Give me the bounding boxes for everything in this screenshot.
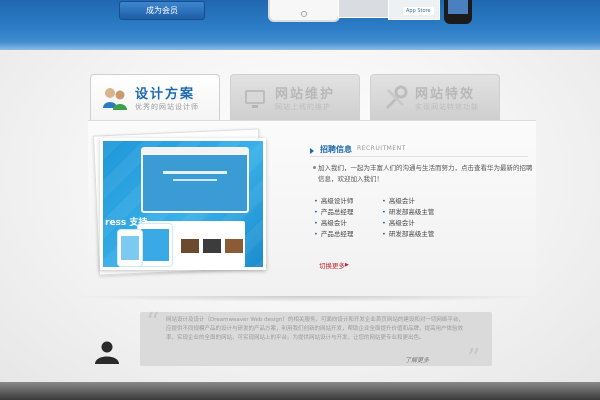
tab-design-plan[interactable]: 设计方案 优秀的网站设计师 [90,74,220,120]
tab-subtitle: 网站上线的维护 [275,103,331,111]
job-item[interactable]: 产品总经理 [314,206,354,216]
tab-subtitle: 实现网站特效功能 [415,103,479,111]
recruitment-title-en: RECRUITMENT [357,145,406,152]
job-item[interactable]: 研发部高级主管 [382,206,435,216]
monitor-device [338,0,390,18]
testimonial-author-link[interactable]: 了解更多 [405,355,429,364]
tab-effects[interactable]: 网站特效 实现网站特效功能 [370,74,500,120]
tablet-device [268,0,340,22]
footer-bar [0,382,600,400]
recruitment-divider [310,156,528,157]
tab-title: 网站特效 [415,87,476,102]
device-button-label: App Store [403,7,434,15]
tablet-screen [141,229,169,261]
monitor-icon [245,90,265,108]
quote-open-icon: “ [146,308,160,338]
tools-icon [386,85,408,109]
phone-screen [121,236,139,260]
job-item[interactable]: 研发部高级主管 [382,228,435,238]
job-item[interactable]: 高级设计师 [314,195,354,205]
website-screenshot[interactable]: ress 支持 [100,138,266,270]
home-button-icon [301,11,307,17]
site-heading-line [163,171,227,174]
tab-subtitle: 优秀的网站设计师 [135,103,199,111]
join-member-button[interactable]: 成为会员 [119,1,205,20]
testimonial-text: 网站设计及设计（Dreamweaver Web design）的相关服务，可面向… [166,317,464,341]
tab-title: 设计方案 [135,87,196,102]
recruitment-intro: 加入我们，一起为丰富人们的沟通与生活而努力，点击查看华为最新的招聘信息，欢迎加入… [318,164,533,183]
phone-device [444,0,472,24]
quote-close-icon: ” [467,344,481,374]
phone-screen [448,0,468,14]
product-thumb [225,239,243,253]
device-showcase: App Store [268,0,474,26]
job-item[interactable]: 高级会计 [382,217,415,227]
screenshot-site-preview [141,147,249,213]
job-item[interactable]: 高级会计 [382,195,415,205]
more-link[interactable]: 切换更多 [319,260,345,270]
screenshot-phone [117,229,143,267]
panel-shadow [70,296,540,302]
tab-maintenance[interactable]: 网站维护 网站上线的维护 [230,74,360,120]
product-thumb [203,239,221,253]
recruitment-arrow-icon [310,148,314,154]
user-avatar-icon [95,341,119,364]
site-subheading-line [173,179,217,181]
tab-title: 网站维护 [275,87,336,102]
screen-device: App Store [388,0,440,20]
banner-shine [0,42,600,50]
site-nav-bar [143,149,247,155]
more-arrow-icon: ▶ [345,262,349,268]
job-item[interactable]: 高级会计 [314,217,347,227]
job-item[interactable]: 产品总经理 [314,228,354,238]
bullet-icon [313,166,316,169]
product-thumb [181,239,199,253]
recruitment-title: 招聘信息 [320,145,352,154]
people-icon [103,88,127,110]
